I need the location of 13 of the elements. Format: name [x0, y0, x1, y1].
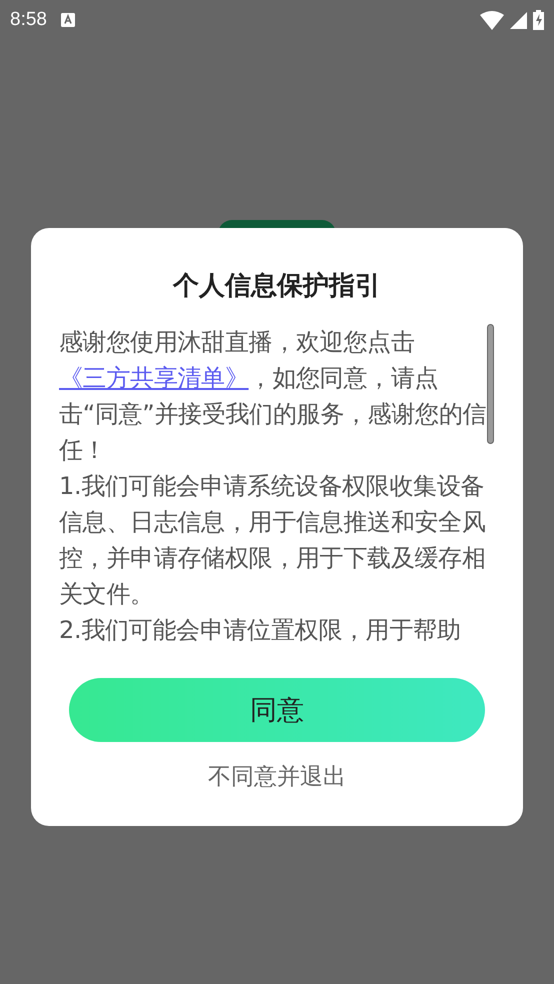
wifi-icon [480, 10, 504, 30]
status-time: 8:58 [10, 9, 47, 31]
share-list-link[interactable]: 《三方共享清单》 [59, 364, 249, 392]
signal-icon [510, 12, 527, 28]
body-paragraph: 1.我们可能会申请系统设备权限收集设备信息、日志信息，用于信息推送和安全风控，并申请存储权限，用于下载及缓存相关文件。 [59, 471, 487, 610]
body-paragraph: 2.我们可能会申请位置权限，用于帮助 [59, 615, 462, 646]
battery-icon [533, 10, 544, 30]
scroll-bar[interactable] [487, 324, 494, 444]
intro-paragraph: 感谢您使用沐甜直播，欢迎您点击 《三方共享清单》，如您同意，请点击“同意”并接受我们的服务，感谢您的信任！ [59, 327, 487, 466]
decline-button[interactable]: 不同意并退出 [208, 762, 346, 792]
dialog-title: 个人信息保护指引 [173, 270, 381, 303]
keyboard-icon [60, 13, 75, 27]
agree-button[interactable]: 同意 [69, 678, 485, 742]
